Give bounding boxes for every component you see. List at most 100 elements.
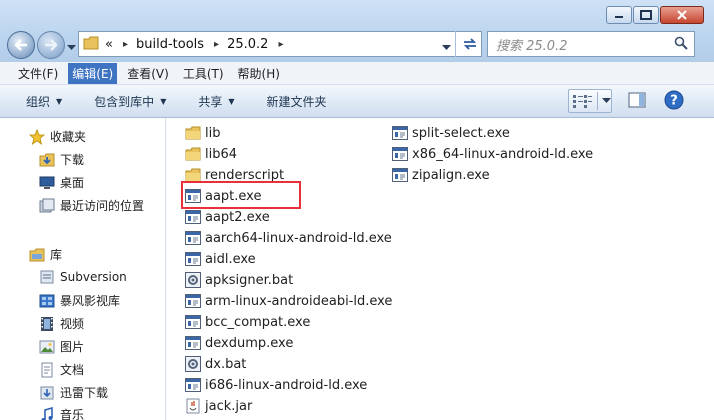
nav-libraries[interactable]: 库 <box>28 246 62 263</box>
recent-places-icon <box>38 198 56 214</box>
file-name: i686-linux-android-ld.exe <box>205 377 368 393</box>
nav-favorites[interactable]: 收藏夹 <box>28 128 86 145</box>
menu-view[interactable]: 查看(V) <box>123 63 173 84</box>
preview-pane-icon <box>628 92 646 108</box>
chevron-down-icon <box>442 45 451 50</box>
refresh-button[interactable] <box>455 31 484 57</box>
nav-item-label: 音乐 <box>60 408 85 420</box>
help-icon: ? <box>664 90 684 110</box>
file-name: aapt.exe <box>205 188 262 204</box>
file-item-aidl-exe[interactable]: aidl.exe <box>185 251 256 267</box>
subversion-library-icon <box>38 269 56 285</box>
star-icon <box>28 128 46 145</box>
file-item-aapt2-exe[interactable]: aapt2.exe <box>185 209 270 225</box>
refresh-icon <box>463 38 477 50</box>
close-icon <box>677 10 687 20</box>
search-input[interactable]: 搜索 25.0.2 <box>496 35 674 54</box>
file-name: lib64 <box>205 146 238 162</box>
file-name: jack.jar <box>205 398 253 414</box>
nav-item-label: 桌面 <box>60 176 85 190</box>
file-name: renderscript <box>205 167 285 183</box>
nav-item-pictures[interactable]: 图片 <box>38 338 84 355</box>
menu-tools[interactable]: 工具(T) <box>179 63 228 84</box>
forward-button[interactable] <box>37 31 65 59</box>
file-item-aarch64-linux-android-ld-exe[interactable]: aarch64-linux-android-ld.exe <box>185 230 392 246</box>
file-name: aarch64-linux-android-ld.exe <box>205 230 392 246</box>
view-list-icon <box>573 95 592 108</box>
executable-icon <box>185 230 201 246</box>
address-dropdown[interactable] <box>442 40 451 54</box>
film-icon <box>38 316 56 332</box>
file-item-i686-linux-android-ld-exe[interactable]: i686-linux-android-ld.exe <box>185 377 367 393</box>
svg-text:?: ? <box>670 94 678 109</box>
file-item-x86-64-linux-android-ld-exe[interactable]: x86_64-linux-android-ld.exe <box>392 146 593 162</box>
caption-buttons <box>605 6 704 24</box>
nav-item-recent[interactable]: 最近访问的位置 <box>38 197 144 214</box>
nav-item-baofeng[interactable]: 暴风影视库 <box>38 292 120 309</box>
file-item-lib[interactable]: lib <box>185 125 220 141</box>
nav-item-label: 文档 <box>60 363 85 377</box>
file-item-dexdump-exe[interactable]: dexdump.exe <box>185 335 293 351</box>
recent-pages-dropdown[interactable] <box>67 40 76 54</box>
back-button[interactable] <box>7 31 35 59</box>
new-folder-label: 新建文件夹 <box>266 94 327 109</box>
search-icon[interactable] <box>674 36 688 53</box>
chevron-right-icon[interactable]: ▸ <box>214 39 219 50</box>
nav-item-label: 视频 <box>60 317 85 331</box>
command-bar: 组织 ▼ 包含到库中 ▼ 共享 ▼ 新建文件夹 ? <box>0 85 714 118</box>
file-name: aidl.exe <box>205 251 256 267</box>
folder-icon <box>185 167 201 183</box>
preview-pane-button[interactable] <box>628 92 646 111</box>
file-item-dx-bat[interactable]: dx.bat <box>185 356 246 372</box>
breadcrumb-overflow[interactable]: « <box>105 37 113 52</box>
file-item-jack-jar[interactable]: jack.jar <box>185 398 252 414</box>
executable-icon <box>185 335 201 351</box>
menu-file[interactable]: 文件(F) <box>14 63 62 84</box>
chevron-right-icon[interactable]: ▸ <box>278 39 283 50</box>
breadcrumb-25-0-2[interactable]: 25.0.2 <box>227 37 268 52</box>
file-item-bcc-compat-exe[interactable]: bcc_compat.exe <box>185 314 310 330</box>
breadcrumb-build-tools[interactable]: build-tools <box>136 37 204 52</box>
file-item-apksigner-bat[interactable]: apksigner.bat <box>185 272 293 288</box>
new-folder-button[interactable]: 新建文件夹 <box>267 93 327 110</box>
organize-button[interactable]: 组织 ▼ <box>26 93 62 110</box>
include-in-library-button[interactable]: 包含到库中 ▼ <box>94 93 166 110</box>
arrow-right-icon <box>45 39 58 51</box>
menu-edit[interactable]: 编辑(E) <box>68 62 118 84</box>
chevron-right-icon[interactable]: ▸ <box>123 39 128 50</box>
nav-item-videos[interactable]: 视频 <box>38 315 84 332</box>
file-item-aapt-exe[interactable]: aapt.exe <box>185 188 261 204</box>
minimize-button[interactable] <box>606 6 632 24</box>
nav-libraries-label: 库 <box>50 248 63 262</box>
help-button[interactable]: ? <box>664 90 684 113</box>
file-item-split-select-exe[interactable]: split-select.exe <box>392 125 510 141</box>
nav-item-documents[interactable]: 文档 <box>38 361 84 378</box>
file-name: split-select.exe <box>412 125 510 141</box>
nav-item-desktop[interactable]: 桌面 <box>38 174 84 191</box>
video-library-icon <box>38 293 56 309</box>
address-bar[interactable]: « ▸ build-tools ▸ 25.0.2 ▸ <box>78 31 482 57</box>
folder-icon <box>185 125 201 141</box>
nav-item-music[interactable]: 音乐 <box>38 406 84 420</box>
executable-icon <box>392 146 408 162</box>
search-box[interactable]: 搜索 25.0.2 <box>487 31 695 57</box>
nav-item-xunlei[interactable]: 迅雷下载 <box>38 384 108 401</box>
nav-item-subversion[interactable]: Subversion <box>38 269 127 285</box>
title-bar: « ▸ build-tools ▸ 25.0.2 ▸ 搜索 25.0.2 <box>0 0 714 62</box>
menu-help[interactable]: 帮助(H) <box>234 63 284 84</box>
chevron-down-icon[interactable] <box>602 98 611 104</box>
nav-item-label: 暴风影视库 <box>60 294 121 308</box>
file-item-renderscript[interactable]: renderscript <box>185 167 284 183</box>
nav-item-downloads[interactable]: 下载 <box>38 151 84 168</box>
batch-file-icon <box>185 272 201 288</box>
file-item-lib64[interactable]: lib64 <box>185 146 237 162</box>
file-item-zipalign-exe[interactable]: zipalign.exe <box>392 167 490 183</box>
nav-item-label: 图片 <box>60 340 85 354</box>
change-view-button[interactable] <box>568 89 612 113</box>
share-button[interactable]: 共享 ▼ <box>198 93 234 110</box>
file-item-arm-linux-androideabi-ld-exe[interactable]: arm-linux-androideabi-ld.exe <box>185 293 392 309</box>
close-button[interactable] <box>660 6 704 24</box>
nav-item-label: 下载 <box>60 153 85 167</box>
maximize-button[interactable] <box>633 6 659 24</box>
library-icon <box>28 247 46 263</box>
